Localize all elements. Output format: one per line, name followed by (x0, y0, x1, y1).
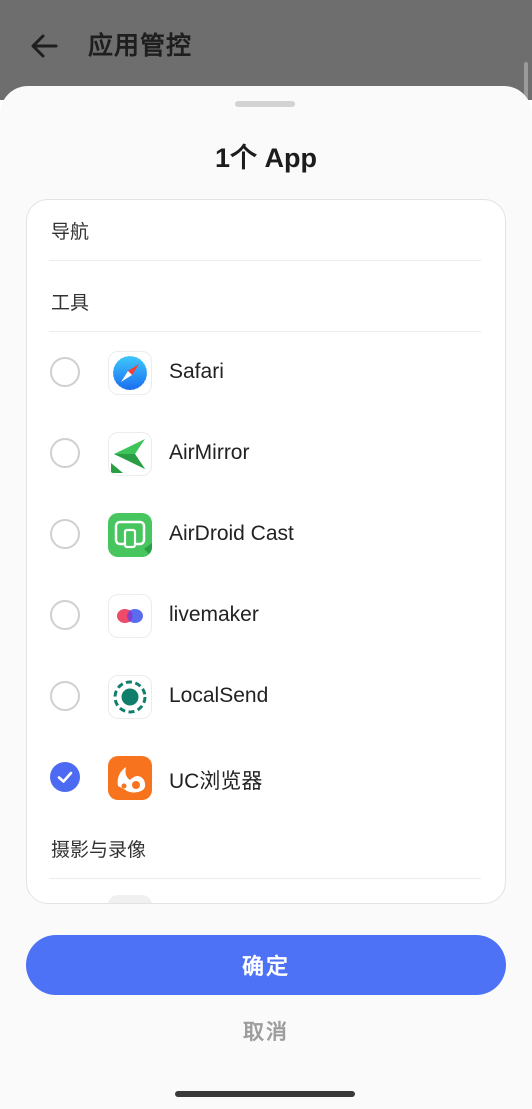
app-row-airmirror[interactable]: AirMirror (27, 414, 505, 495)
app-name: Safari (169, 360, 224, 383)
livemaker-icon (108, 594, 152, 638)
app-picker-sheet: 1个 App 导航 工具 Safari AirMirror AirDroid C… (0, 86, 532, 1109)
page-title: 应用管控 (88, 32, 193, 60)
radio-button[interactable] (50, 438, 80, 468)
section-header-navigation: 导航 (51, 222, 90, 243)
next-app-icon-partial (108, 895, 152, 903)
divider (49, 331, 481, 332)
app-name: livemaker (169, 603, 259, 626)
divider (49, 260, 481, 261)
cancel-button[interactable]: 取消 (0, 1016, 532, 1046)
app-name: UC浏览器 (169, 770, 263, 793)
back-button[interactable] (22, 24, 66, 68)
app-name: AirMirror (169, 441, 250, 464)
radio-button[interactable] (50, 357, 80, 387)
app-name: LocalSend (169, 684, 269, 707)
app-row-safari[interactable]: Safari (27, 333, 505, 414)
confirm-button[interactable]: 确定 (26, 935, 506, 995)
section-header-photo-video: 摄影与录像 (51, 840, 147, 861)
home-indicator (175, 1091, 355, 1097)
airdroid-cast-icon (108, 513, 152, 557)
sheet-title: 1个 App (214, 143, 317, 173)
app-row-airdroid-cast[interactable]: AirDroid Cast (27, 495, 505, 576)
divider (49, 878, 481, 879)
radio-button[interactable] (50, 600, 80, 630)
localsend-icon (108, 675, 152, 719)
app-name: AirDroid Cast (169, 522, 294, 545)
app-list-card: 导航 工具 Safari AirMirror AirDroid Cast liv… (26, 199, 506, 904)
radio-button[interactable] (50, 681, 80, 711)
app-row-localsend[interactable]: LocalSend (27, 657, 505, 738)
drag-handle[interactable] (235, 101, 295, 107)
app-row-livemaker[interactable]: livemaker (27, 576, 505, 657)
safari-icon (108, 351, 152, 395)
checkmark-icon (57, 771, 73, 783)
arrow-left-icon (31, 34, 58, 58)
radio-button[interactable] (50, 519, 80, 549)
top-app-bar: 应用管控 (0, 0, 532, 174)
section-header-tools: 工具 (51, 293, 90, 314)
radio-button-checked[interactable] (50, 762, 80, 792)
app-row-uc-browser[interactable]: UC浏览器 (27, 738, 505, 819)
airmirror-icon (108, 432, 152, 476)
uc-browser-icon (108, 756, 152, 800)
